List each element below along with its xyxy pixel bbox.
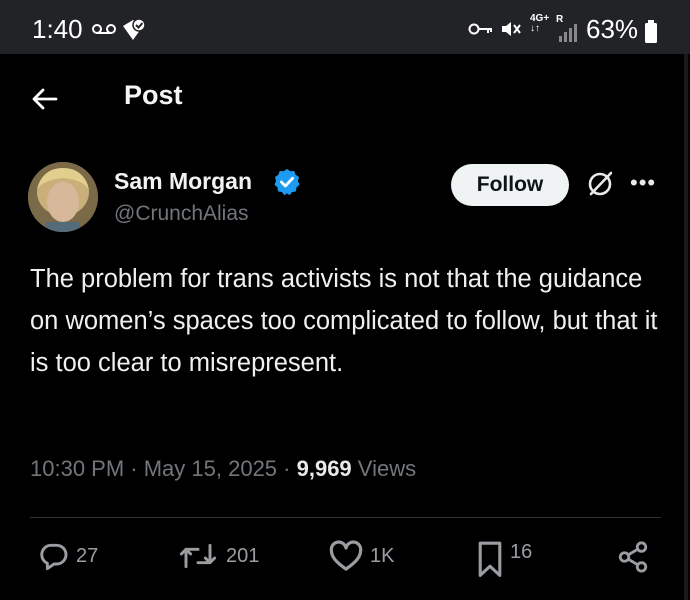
back-arrow-icon[interactable]	[30, 84, 60, 114]
page-title: Post	[124, 80, 183, 110]
battery-percent: 63%	[586, 14, 639, 44]
reply-count: 27	[76, 544, 99, 567]
scrollbar[interactable]	[684, 54, 688, 600]
post-text: The problem for trans activists is not t…	[30, 265, 658, 377]
status-bar: 1:40 4G+ ↓↑ R 63%	[0, 0, 690, 54]
heart-icon	[329, 540, 363, 571]
follow-button[interactable]: Follow	[451, 164, 569, 206]
post-date: May 15, 2025	[143, 456, 278, 481]
signal-icon	[558, 22, 580, 47]
bookmark-count: 16	[510, 540, 533, 563]
status-time: 1:40	[32, 14, 83, 44]
repost-button[interactable]: 201	[176, 540, 259, 572]
check-shield-icon	[120, 18, 146, 47]
views-count[interactable]: 9,969	[297, 456, 352, 481]
grok-icon[interactable]	[584, 168, 616, 205]
battery-icon	[644, 20, 658, 49]
share-button[interactable]	[616, 540, 656, 574]
author-handle[interactable]: @CrunchAlias	[114, 202, 249, 226]
like-button[interactable]: 1K	[328, 540, 394, 572]
author-name[interactable]: Sam Morgan	[114, 168, 252, 195]
post-meta: 10:30 PM · May 15, 2025 · 9,969 Views	[30, 456, 417, 481]
avatar[interactable]	[28, 162, 98, 232]
share-icon	[618, 541, 648, 573]
voicemail-icon	[92, 22, 116, 41]
verified-badge-icon	[272, 167, 302, 202]
repost-icon	[179, 543, 217, 569]
vpn-key-icon	[468, 22, 494, 41]
mute-icon	[500, 19, 524, 44]
reply-icon	[40, 543, 68, 571]
bookmark-button[interactable]: 16	[476, 540, 532, 580]
post-time: 10:30 PM	[30, 456, 125, 481]
views-label[interactable]: Views	[358, 456, 416, 481]
divider	[30, 517, 661, 518]
repost-count: 201	[226, 544, 260, 567]
bookmark-icon	[478, 541, 502, 577]
more-options-icon[interactable]: •••	[630, 170, 656, 196]
reply-button[interactable]: 27	[38, 540, 98, 572]
network-type: 4G+ ↓↑	[530, 13, 550, 34]
top-app-bar: Post	[0, 54, 690, 140]
like-count: 1K	[370, 544, 395, 567]
